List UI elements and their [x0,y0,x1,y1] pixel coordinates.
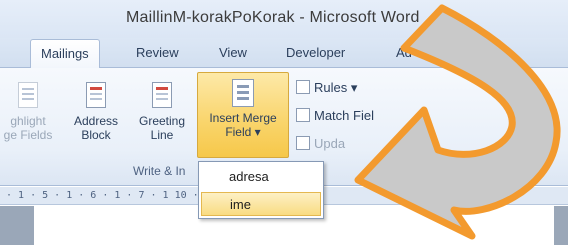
greeting-line-label-2: Line [150,128,174,142]
greeting-line-button[interactable]: Greeting Line [130,82,194,142]
address-block-label-1: Address [73,114,119,128]
address-block-label-2: Block [81,128,111,142]
greeting-line-label-1: Greeting [138,114,186,128]
insert-merge-field-button[interactable]: Insert Merge Field ▾ [197,72,289,158]
match-fields-label: Match Fiel [314,108,374,123]
insert-merge-field-label-1: Insert Merge [209,111,277,125]
tab-addins[interactable]: Ad [396,45,412,60]
merge-field-icon [232,79,254,107]
window-title: MaillinM-korakPoKorak - Microsoft Word [126,9,420,26]
update-labels-button[interactable]: Upda [296,136,345,151]
dropdown-item-adresa[interactable]: adresa [201,165,321,189]
insert-merge-field-label-2: Field ▾ [225,125,261,139]
merge-field-dropdown: adresa ime [198,161,324,219]
dropdown-item-ime[interactable]: ime [201,192,321,216]
ribbon-tabs: Mailings Review View Developer Ad [0,38,568,69]
rules-icon [296,80,310,94]
address-block-icon [86,82,106,108]
update-labels-icon [296,136,310,150]
title-bar: MaillinM-korakPoKorak - Microsoft Word [0,0,568,38]
tab-mailings[interactable]: Mailings [30,39,100,69]
tab-developer[interactable]: Developer [286,45,345,60]
highlight-fields-icon [18,82,38,108]
match-fields-icon [296,108,310,122]
update-labels-label: Upda [314,136,346,151]
address-block-button[interactable]: Address Block [68,82,124,142]
rules-label: Rules ▾ [314,80,358,95]
tab-review[interactable]: Review [136,45,179,60]
rules-button[interactable]: Rules ▾ [296,80,357,96]
tab-view[interactable]: View [219,45,247,60]
highlight-label-2: ge Fields [3,128,53,142]
highlight-label-1: ghlight [10,114,46,128]
group-label-write-insert: Write & In [133,164,186,178]
word-window: MaillinM-korakPoKorak - Microsoft Word M… [0,0,568,245]
greeting-line-icon [152,82,172,108]
highlight-merge-fields-button[interactable]: ghlight ge Fields [0,82,60,142]
match-fields-button[interactable]: Match Fiel [296,108,374,123]
